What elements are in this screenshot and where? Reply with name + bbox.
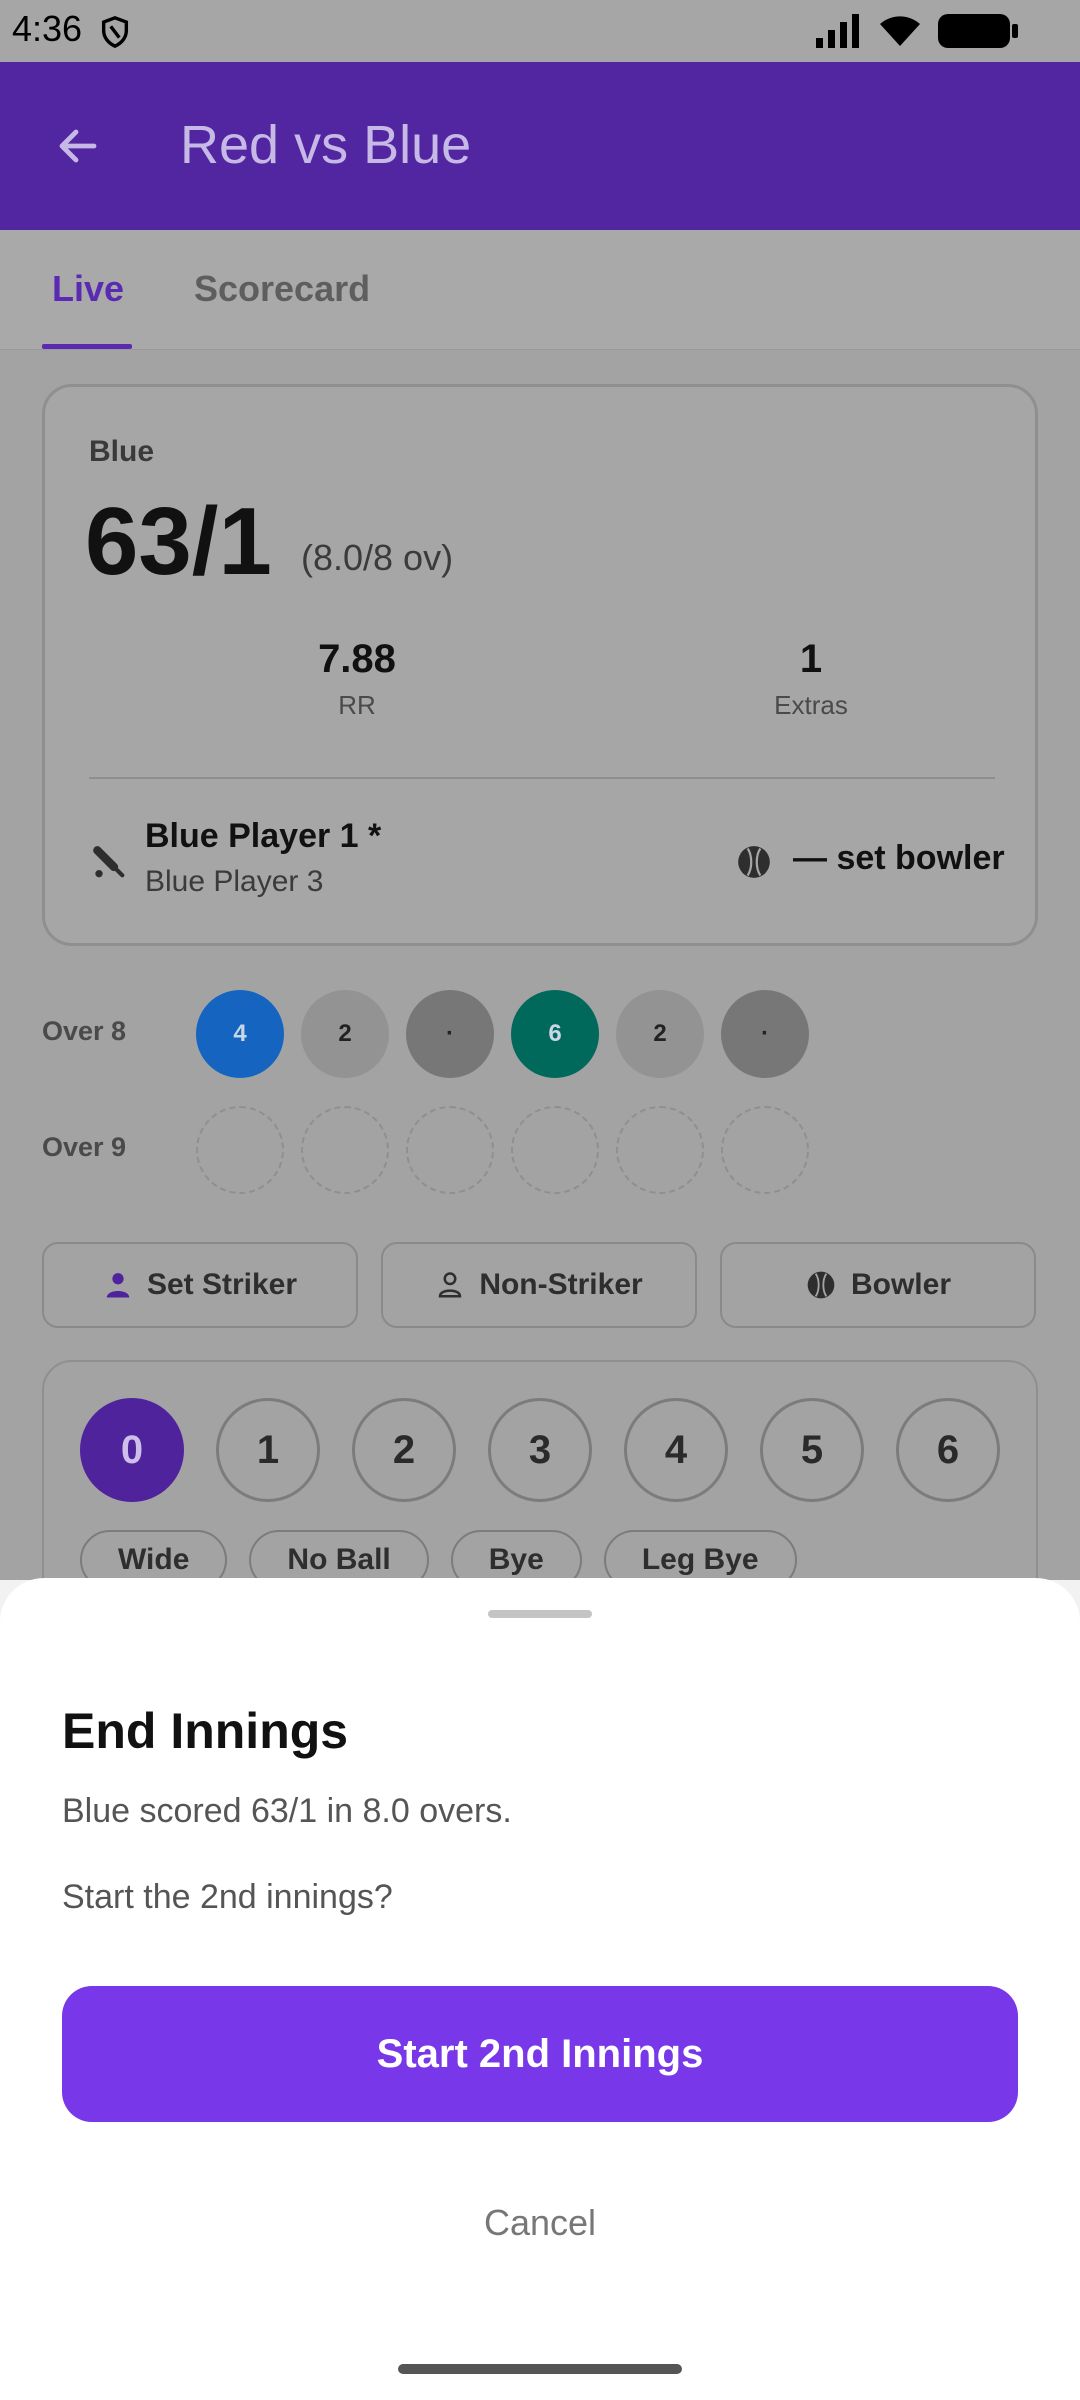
run-rate-value: 7.88 — [318, 637, 396, 681]
run-4-button[interactable]: 4 — [624, 1398, 728, 1502]
run-6-button[interactable]: 6 — [896, 1398, 1000, 1502]
wide-chip[interactable]: Wide — [80, 1530, 228, 1580]
bowler-name[interactable]: — set bowler — [793, 839, 1005, 878]
cancel-button[interactable]: Cancel — [390, 2178, 690, 2268]
run-1-button[interactable]: 1 — [216, 1398, 320, 1502]
status-time: 4:36 — [12, 8, 83, 49]
wifi-icon — [880, 16, 920, 46]
tab-indicator — [42, 344, 132, 349]
confirm-question: Start the 2nd innings? — [62, 1878, 393, 1916]
empty-ball-slot — [406, 1106, 494, 1194]
ball-chip: 4 — [196, 990, 284, 1078]
run-5-button[interactable]: 5 — [760, 1398, 864, 1502]
person-filled-icon — [106, 1273, 130, 1298]
cricket-bat-icon — [93, 846, 125, 878]
non-striker-label: Non-Striker — [479, 1268, 643, 1301]
ball-chip: 2 — [616, 990, 704, 1078]
shield-icon — [101, 16, 129, 49]
set-striker-label: Set Striker — [146, 1268, 298, 1301]
run-entry-panel: 0 1 2 3 4 5 6 Wide No Ball Bye Leg Bye — [42, 1360, 1038, 1580]
run-2-button[interactable]: 2 — [352, 1398, 456, 1502]
extras-chips: Wide No Ball Bye Leg Bye — [80, 1530, 797, 1580]
overs-count: (8.0/8 ov) — [301, 537, 454, 578]
batting-team: Blue — [89, 435, 155, 468]
score-card: Blue 63/1 (8.0/8 ov) 7.88 RR 1 Extras Bl… — [42, 384, 1038, 946]
live-content: Blue 63/1 (8.0/8 ov) 7.88 RR 1 Extras Bl… — [0, 350, 1080, 1580]
empty-ball-slot — [196, 1106, 284, 1194]
extras-stat: 1 Extras — [711, 637, 911, 721]
no-ball-chip[interactable]: No Ball — [249, 1530, 429, 1580]
home-indicator — [398, 2364, 682, 2374]
run-0-button[interactable]: 0 — [80, 1398, 184, 1502]
status-icons — [816, 14, 1018, 48]
over-9-label: Over 9 — [42, 1132, 127, 1162]
empty-ball-slot — [301, 1106, 389, 1194]
end-innings-sheet: End Innings Blue scored 63/1 in 8.0 over… — [0, 1578, 1080, 2400]
signal-icon — [816, 14, 859, 48]
tab-live[interactable]: Live — [52, 268, 124, 310]
over-8-label: Over 8 — [42, 1016, 127, 1046]
divider — [89, 777, 995, 779]
ball-chip: 6 — [511, 990, 599, 1078]
leg-bye-chip[interactable]: Leg Bye — [603, 1530, 797, 1580]
ball-chip: · — [721, 990, 809, 1078]
bowler-label: Bowler — [850, 1268, 952, 1301]
battery-icon — [938, 14, 1018, 48]
tab-bar: Live Scorecard — [0, 230, 1080, 350]
non-striker-button[interactable]: Non-Striker — [381, 1242, 697, 1328]
sheet-title: End Innings — [62, 1703, 349, 1759]
page-title: Red vs Blue — [180, 115, 472, 175]
striker-name: Blue Player 1 * — [145, 817, 382, 855]
over-8-balls: 4 2 · 6 2 · — [196, 990, 809, 1078]
set-striker-button[interactable]: Set Striker — [42, 1242, 358, 1328]
back-arrow-icon[interactable] — [54, 122, 102, 170]
drag-handle[interactable] — [488, 1610, 592, 1618]
empty-ball-slot — [616, 1106, 704, 1194]
run-rate-stat: 7.88 RR — [257, 637, 457, 721]
tab-scorecard[interactable]: Scorecard — [194, 268, 370, 310]
run-buttons: 0 1 2 3 4 5 6 — [80, 1398, 1000, 1502]
team-score: 63/1 — [85, 488, 272, 595]
bowler-button[interactable]: Bowler — [720, 1242, 1036, 1328]
over-9-balls — [196, 1106, 809, 1194]
ball-chip: 2 — [301, 990, 389, 1078]
person-outline-icon — [439, 1272, 462, 1298]
extras-label: Extras — [774, 690, 848, 720]
app-bar: Red vs Blue — [0, 62, 1080, 230]
run-rate-label: RR — [338, 690, 376, 720]
start-2nd-innings-button[interactable]: Start 2nd Innings — [62, 1986, 1018, 2122]
innings-summary: Blue scored 63/1 in 8.0 overs. — [62, 1792, 512, 1830]
cricket-ball-icon — [738, 846, 770, 878]
cricket-ball-icon — [807, 1271, 835, 1299]
non-striker-name: Blue Player 3 — [145, 865, 324, 898]
empty-ball-slot — [721, 1106, 809, 1194]
ball-chip: · — [406, 990, 494, 1078]
empty-ball-slot — [511, 1106, 599, 1194]
status-bar: 4:36 — [0, 0, 1080, 62]
extras-value: 1 — [799, 637, 823, 681]
bye-chip[interactable]: Bye — [450, 1530, 582, 1580]
run-3-button[interactable]: 3 — [488, 1398, 592, 1502]
